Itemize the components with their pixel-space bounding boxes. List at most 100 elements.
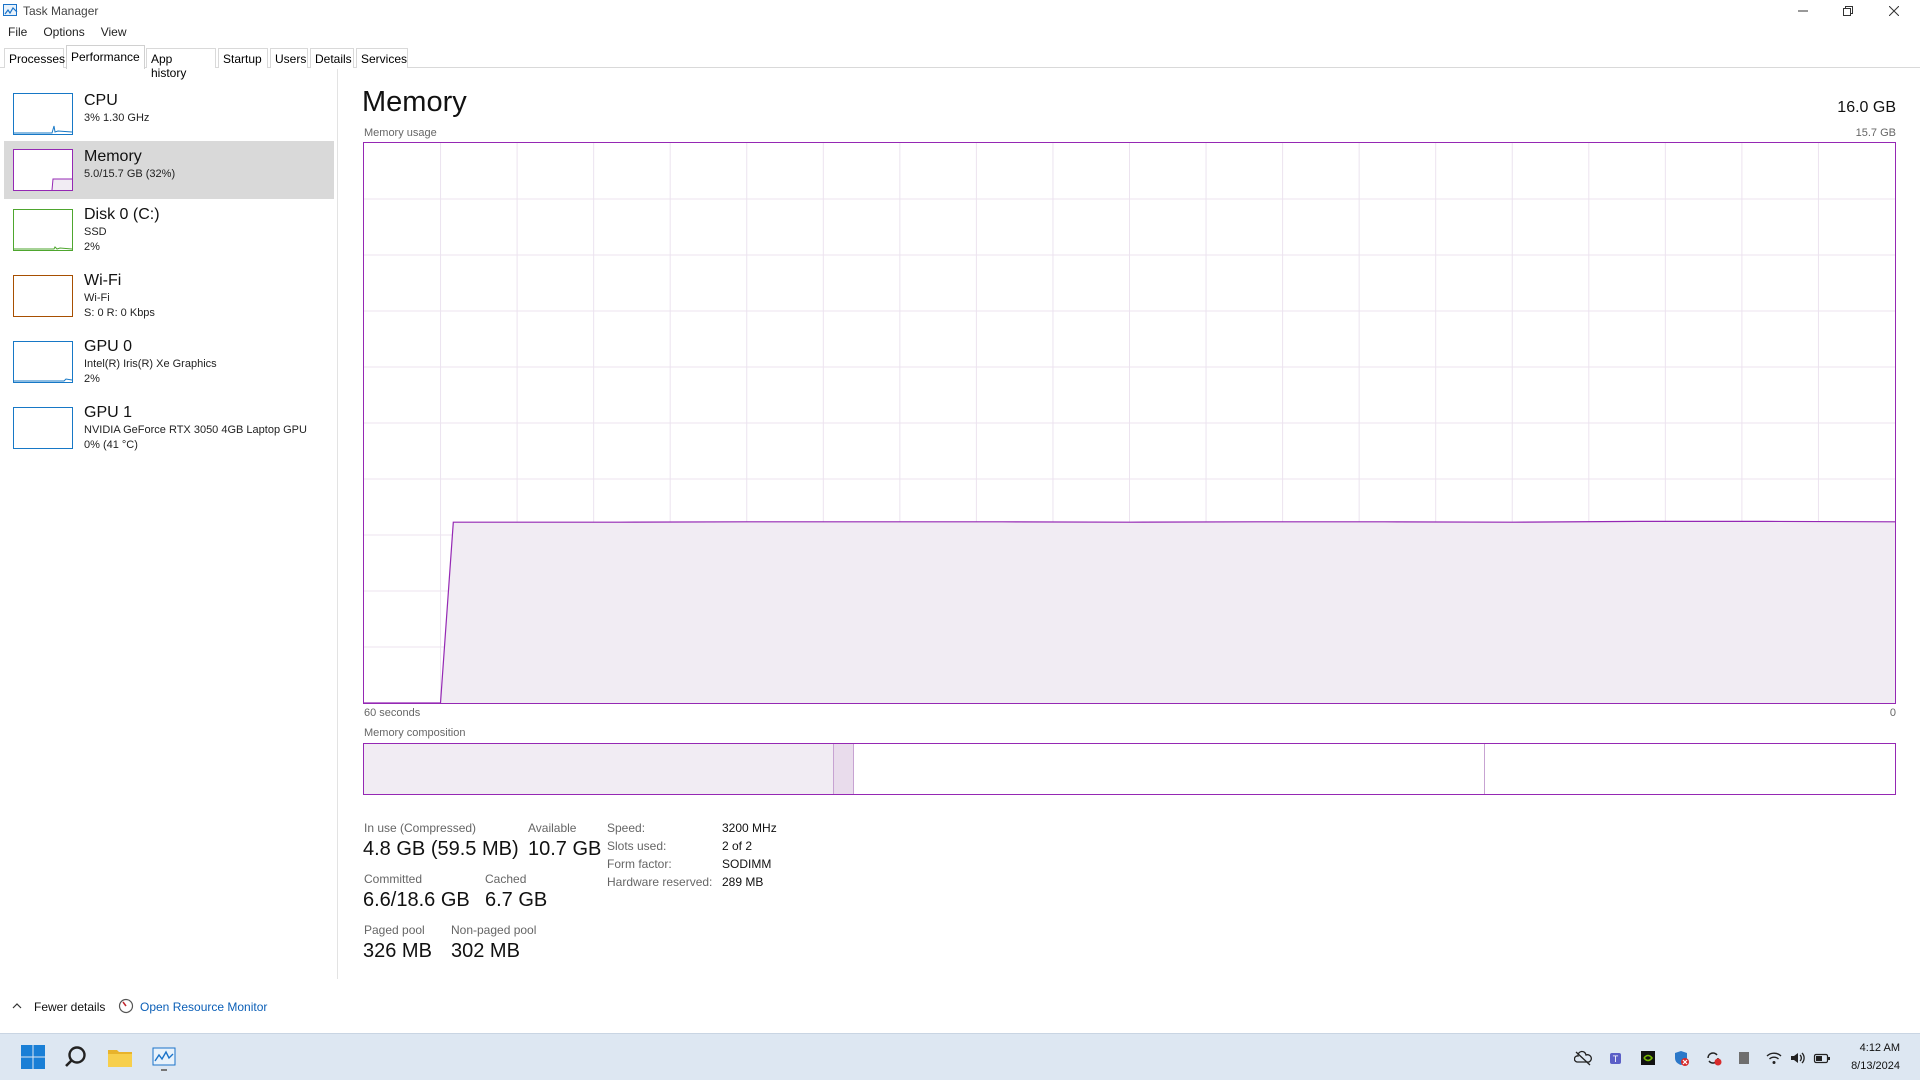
sidebar-item-memory[interactable]: Memory 5.0/15.7 GB (32%): [4, 141, 334, 199]
tray-app-icon[interactable]: [1735, 1049, 1753, 1067]
sidebar-item-detail: S: 0 R: 0 Kbps: [84, 307, 155, 319]
tab-users[interactable]: Users: [270, 48, 308, 68]
windows-logo-icon: [21, 1045, 45, 1069]
page-title: Memory: [362, 86, 467, 118]
task-manager-taskbar-button[interactable]: [149, 1042, 179, 1072]
in-use-label: In use (Compressed): [364, 821, 477, 835]
speed-label: Speed:: [607, 821, 646, 835]
gpu0-thumbnail: [13, 341, 73, 383]
cached-value: 6.7 GB: [485, 889, 548, 911]
memory-usage-label: Memory usage: [364, 127, 437, 139]
battery-icon[interactable]: [1813, 1049, 1831, 1067]
composition-free: [1484, 744, 1895, 794]
tab-startup[interactable]: Startup: [218, 48, 268, 68]
chevron-up-icon[interactable]: [12, 1001, 22, 1011]
tab-app-history[interactable]: App history: [146, 48, 216, 80]
clock-date[interactable]: 8/13/2024: [1851, 1060, 1900, 1072]
sidebar-item-disk[interactable]: Disk 0 (C:) SSD 2%: [4, 199, 334, 261]
sidebar-item-label: CPU: [84, 92, 118, 109]
sidebar-item-detail: 5.0/15.7 GB (32%): [84, 168, 176, 180]
menu-view[interactable]: View: [93, 23, 135, 41]
sidebar-item-detail: SSD: [84, 226, 107, 238]
in-use-value: 4.8 GB (59.5 MB): [363, 838, 519, 860]
form-factor-value: SODIMM: [722, 857, 772, 871]
restore-button[interactable]: [1826, 0, 1870, 22]
memory-usage-max: 15.7 GB: [1855, 127, 1896, 139]
menu-file[interactable]: File: [0, 23, 35, 41]
gpu1-thumbnail: [13, 407, 73, 449]
teams-icon[interactable]: T: [1607, 1049, 1625, 1067]
total-memory: 16.0 GB: [1837, 99, 1896, 116]
paged-pool-label: Paged pool: [364, 923, 425, 937]
taskbar: T 4:12 AM 8/13/2024: [0, 1033, 1920, 1080]
available-label: Available: [528, 821, 577, 835]
start-button[interactable]: [18, 1042, 48, 1072]
onedrive-icon[interactable]: [1574, 1049, 1592, 1067]
hardware-reserved-label: Hardware reserved:: [607, 875, 713, 889]
tab-bar: Processes Performance App history Startu…: [0, 45, 1920, 80]
tab-performance[interactable]: Performance: [66, 45, 145, 69]
memory-composition-label: Memory composition: [364, 727, 466, 739]
menu-options[interactable]: Options: [35, 23, 92, 41]
sidebar-item-detail: 2%: [84, 241, 100, 253]
sidebar-item-gpu0[interactable]: GPU 0 Intel(R) Iris(R) Xe Graphics 2%: [4, 331, 334, 393]
minimize-button[interactable]: [1781, 0, 1825, 22]
sidebar-item-label: Memory: [84, 148, 142, 165]
svg-text:T: T: [1613, 1054, 1619, 1064]
sidebar-item-detail: Wi-Fi: [84, 292, 110, 304]
close-icon: [1889, 6, 1899, 16]
slots-used-label: Slots used:: [607, 839, 667, 853]
title-bar: Task Manager: [0, 0, 1920, 22]
disk-thumbnail: [13, 209, 73, 251]
sidebar-item-detail: 0% (41 °C): [84, 439, 138, 451]
committed-label: Committed: [364, 872, 423, 886]
window-title: Task Manager: [23, 4, 99, 18]
memory-thumbnail: [13, 149, 73, 191]
open-resource-monitor-link[interactable]: Open Resource Monitor: [140, 1000, 267, 1014]
sidebar-item-detail: Intel(R) Iris(R) Xe Graphics: [84, 358, 217, 370]
memory-usage-chart: [364, 143, 1895, 703]
nvidia-icon[interactable]: [1639, 1049, 1657, 1067]
sidebar-item-wifi[interactable]: Wi-Fi Wi-Fi S: 0 R: 0 Kbps: [4, 265, 334, 327]
wifi-icon[interactable]: [1765, 1049, 1783, 1067]
footer-bar: Fewer details Open Resource Monitor: [0, 995, 1920, 1019]
wifi-thumbnail: [13, 275, 73, 317]
non-paged-pool-label: Non-paged pool: [451, 923, 537, 937]
sync-icon[interactable]: [1704, 1049, 1722, 1067]
sidebar-item-label: GPU 1: [84, 404, 133, 421]
volume-icon[interactable]: [1789, 1049, 1807, 1067]
close-button[interactable]: [1872, 0, 1916, 22]
search-icon: [65, 1046, 86, 1067]
minimize-icon: [1798, 10, 1808, 12]
memory-usage-area: [364, 521, 1895, 703]
sidebar-item-detail: 3% 1.30 GHz: [84, 112, 150, 124]
tab-processes[interactable]: Processes: [4, 48, 65, 68]
resource-monitor-icon: [118, 998, 134, 1014]
form-factor-label: Form factor:: [607, 857, 672, 871]
composition-modified: [834, 744, 854, 794]
task-manager-icon: [152, 1047, 176, 1071]
security-icon[interactable]: [1672, 1049, 1690, 1067]
restore-icon: [1843, 6, 1853, 16]
graph-time-left: 60 seconds: [364, 707, 421, 719]
cached-label: Cached: [485, 872, 527, 886]
memory-composition-bar: [363, 743, 1896, 795]
file-explorer-button[interactable]: [105, 1042, 135, 1072]
paged-pool-value: 326 MB: [363, 940, 432, 962]
non-paged-pool-value: 302 MB: [451, 940, 520, 962]
folder-icon: [108, 1050, 132, 1067]
sidebar-item-cpu[interactable]: CPU 3% 1.30 GHz: [4, 85, 334, 143]
graph-time-right: 0: [1889, 707, 1896, 719]
clock-time[interactable]: 4:12 AM: [1860, 1042, 1900, 1054]
tab-services[interactable]: Services: [356, 48, 408, 68]
composition-standby: [853, 744, 1485, 794]
sidebar-item-gpu1[interactable]: GPU 1 NVIDIA GeForce RTX 3050 4GB Laptop…: [4, 397, 334, 459]
sidebar-item-label: GPU 0: [84, 338, 133, 355]
memory-usage-graph: [363, 142, 1896, 704]
tab-details[interactable]: Details: [310, 48, 354, 68]
sidebar-item-detail: NVIDIA GeForce RTX 3050 4GB Laptop GPU: [84, 424, 307, 436]
fewer-details-link[interactable]: Fewer details: [34, 1000, 105, 1014]
slots-used-value: 2 of 2: [722, 839, 753, 853]
sidebar-item-label: Disk 0 (C:): [84, 206, 160, 223]
search-button[interactable]: [61, 1042, 91, 1072]
